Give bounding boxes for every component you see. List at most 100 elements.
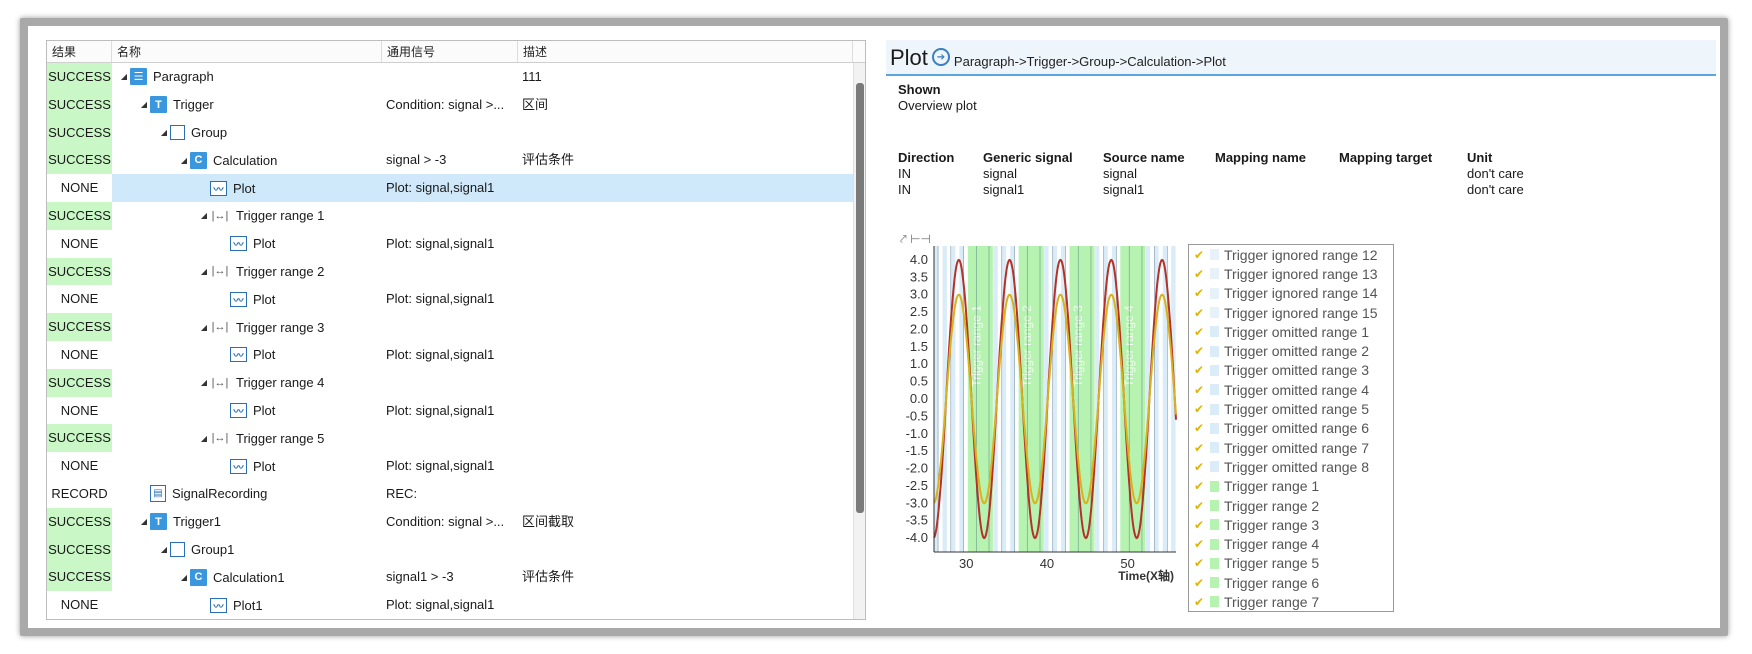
range-icon: |↔| — [211, 209, 229, 222]
column-header-description[interactable]: 描述 — [518, 41, 853, 62]
legend-label: Trigger omitted range 1 — [1224, 323, 1369, 340]
expand-arrow-icon[interactable]: ◢ — [178, 573, 190, 582]
expand-arrow-icon[interactable]: ◢ — [198, 323, 210, 332]
y-tick-label: -0.5 — [906, 408, 928, 423]
tree-row[interactable]: SUCCESS ◢ |↔| Trigger range 3 — [47, 313, 854, 341]
check-icon[interactable]: ✔ — [1191, 248, 1207, 262]
column-header-signal[interactable]: 通用信号 — [382, 41, 518, 62]
legend-item[interactable]: ✔ Trigger range 5 — [1189, 554, 1393, 573]
check-icon[interactable]: ✔ — [1191, 556, 1207, 570]
check-icon[interactable]: ✔ — [1191, 325, 1207, 339]
check-icon[interactable]: ✔ — [1191, 344, 1207, 358]
legend-item[interactable]: ✔ Trigger omitted range 3 — [1189, 361, 1393, 380]
mapping-cell: IN — [898, 166, 911, 181]
legend-label: Trigger omitted range 3 — [1224, 362, 1369, 379]
legend-item[interactable]: ✔ Trigger omitted range 5 — [1189, 399, 1393, 418]
scrollbar-thumb[interactable] — [856, 83, 864, 513]
column-header-result[interactable]: 结果 — [47, 41, 112, 62]
check-icon[interactable]: ✔ — [1191, 286, 1207, 300]
legend-swatch — [1210, 307, 1219, 319]
tree-row[interactable]: SUCCESS ◢ |↔| Trigger range 1 — [47, 201, 854, 230]
column-header-name[interactable]: 名称 — [112, 41, 382, 62]
signal-cell: Plot: signal,signal1 — [386, 291, 495, 307]
check-icon[interactable]: ✔ — [1191, 537, 1207, 551]
result-cell: SUCCESS — [47, 63, 112, 91]
expand-arrow-icon[interactable]: ◢ — [178, 156, 190, 165]
tree-row[interactable]: SUCCESS ◢ T Trigger Condition: signal >... 区间 — [47, 90, 854, 119]
tree-row[interactable]: SUCCESS ◢ ☰ Paragraph 111 — [47, 63, 854, 91]
check-icon[interactable]: ✔ — [1191, 383, 1207, 397]
check-icon[interactable]: ✔ — [1191, 363, 1207, 377]
legend-swatch — [1210, 268, 1219, 280]
tree-row[interactable]: SUCCESS ◢ |↔| Trigger range 4 — [47, 368, 854, 397]
check-icon[interactable]: ✔ — [1191, 518, 1207, 532]
legend-item[interactable]: ✔ Trigger ignored range 12 — [1189, 245, 1393, 264]
legend-item[interactable]: ✔ Trigger ignored range 15 — [1189, 303, 1393, 322]
expand-arrow-icon[interactable]: ◢ — [198, 378, 210, 387]
legend-item[interactable]: ✔ Trigger omitted range 4 — [1189, 380, 1393, 399]
check-icon[interactable]: ✔ — [1191, 499, 1207, 513]
range-icon: |↔| — [211, 265, 229, 278]
legend-item[interactable]: ✔ Trigger omitted range 2 — [1189, 341, 1393, 360]
check-icon[interactable]: ✔ — [1191, 267, 1207, 281]
line-chart[interactable]: Trigger range 1 Trigger range 2 Trigger ra… — [886, 226, 1186, 616]
range-icon: |↔| — [211, 321, 229, 334]
check-icon[interactable]: ✔ — [1191, 479, 1207, 493]
mapping-cell: signal1 — [983, 182, 1025, 197]
tree-row[interactable]: SUCCESS ◢ C Calculation signal > -3 评估条件 — [47, 146, 854, 175]
legend-swatch — [1210, 422, 1219, 434]
legend-item[interactable]: ✔ Trigger omitted range 6 — [1189, 419, 1393, 438]
tree-row[interactable]: SUCCESS ◢ Group — [47, 118, 854, 147]
node-label: Trigger range 2 — [236, 263, 325, 279]
expand-arrow-icon[interactable]: ◢ — [198, 211, 210, 220]
tree-row[interactable]: SUCCESS ◢ Group1 — [47, 535, 854, 564]
tree-row[interactable]: SUCCESS ◢ |↔| Trigger range 5 — [47, 424, 854, 453]
tree-row[interactable]: NONE 〰 Plot Plot: signal,signal1 — [47, 452, 854, 480]
check-icon[interactable]: ✔ — [1191, 576, 1207, 590]
legend-item[interactable]: ✔ Trigger range 1 — [1189, 477, 1393, 496]
expand-arrow-icon[interactable]: ◢ — [198, 267, 210, 276]
expand-arrow-icon[interactable]: ◢ — [138, 517, 150, 526]
tree-row[interactable]: RECORD ▤ SignalRecording REC: — [47, 479, 854, 508]
check-icon[interactable]: ✔ — [1191, 421, 1207, 435]
y-tick-label: 1.0 — [910, 356, 928, 371]
tree-row[interactable]: NONE 〰 Plot Plot: signal,signal1 — [47, 396, 854, 425]
legend-item[interactable]: ✔ Trigger omitted range 8 — [1189, 457, 1393, 476]
legend-item[interactable]: ✔ Trigger range 3 — [1189, 515, 1393, 534]
legend-item[interactable]: ✔ Trigger ignored range 14 — [1189, 284, 1393, 303]
expand-arrow-icon[interactable]: ◢ — [198, 434, 210, 443]
legend-item[interactable]: ✔ Trigger omitted range 1 — [1189, 322, 1393, 341]
chart-tool-icons[interactable]: ⤤ ⊢⊣ — [900, 232, 931, 247]
navigate-icon[interactable]: ➔ — [931, 48, 950, 66]
check-icon[interactable]: ✔ — [1191, 402, 1207, 416]
expand-arrow-icon[interactable]: ◢ — [138, 100, 150, 109]
legend-item[interactable]: ✔ Trigger range 7 — [1189, 592, 1393, 611]
tree-row[interactable]: SUCCESS ◢ T Trigger1 Condition: signal >... 区… — [47, 507, 854, 536]
check-icon[interactable]: ✔ — [1191, 306, 1207, 320]
mapping-table: Direction Generic signal Source name Mappin… — [898, 150, 1557, 198]
legend-item[interactable]: ✔ Trigger range 4 — [1189, 534, 1393, 553]
tree-row[interactable]: NONE 〰 Plot Plot: signal,signal1 — [47, 229, 854, 258]
expand-arrow-icon[interactable]: ◢ — [158, 545, 170, 554]
node-label: Paragraph — [153, 69, 214, 85]
recording-icon: ▤ — [150, 485, 166, 503]
check-icon[interactable]: ✔ — [1191, 460, 1207, 474]
mapping-cell: signal — [983, 166, 1017, 181]
vertical-scrollbar[interactable] — [853, 63, 865, 619]
legend-item[interactable]: ✔ Trigger range 6 — [1189, 573, 1393, 592]
legend-swatch — [1210, 249, 1219, 261]
node-label: Calculation1 — [213, 569, 285, 585]
check-icon[interactable]: ✔ — [1191, 441, 1207, 455]
legend-item[interactable]: ✔ Trigger omitted range 7 — [1189, 438, 1393, 457]
tree-row[interactable]: NONE 〰 Plot1 Plot: signal,signal1 — [47, 591, 854, 619]
tree-row[interactable]: NONE 〰 Plot Plot: signal,signal1 — [47, 285, 854, 314]
expand-arrow-icon[interactable]: ◢ — [158, 128, 170, 137]
tree-row[interactable]: NONE 〰 Plot Plot: signal,signal1 — [47, 340, 854, 369]
tree-row[interactable]: SUCCESS ◢ C Calculation1 signal1 > -3 评估条件 — [47, 563, 854, 592]
tree-row[interactable]: NONE 〰 Plot Plot: signal,signal1 — [47, 174, 854, 202]
expand-arrow-icon[interactable]: ◢ — [118, 72, 130, 81]
legend-item[interactable]: ✔ Trigger range 2 — [1189, 496, 1393, 515]
check-icon[interactable]: ✔ — [1191, 595, 1207, 609]
tree-row[interactable]: SUCCESS ◢ |↔| Trigger range 2 — [47, 257, 854, 286]
legend-item[interactable]: ✔ Trigger ignored range 13 — [1189, 264, 1393, 283]
